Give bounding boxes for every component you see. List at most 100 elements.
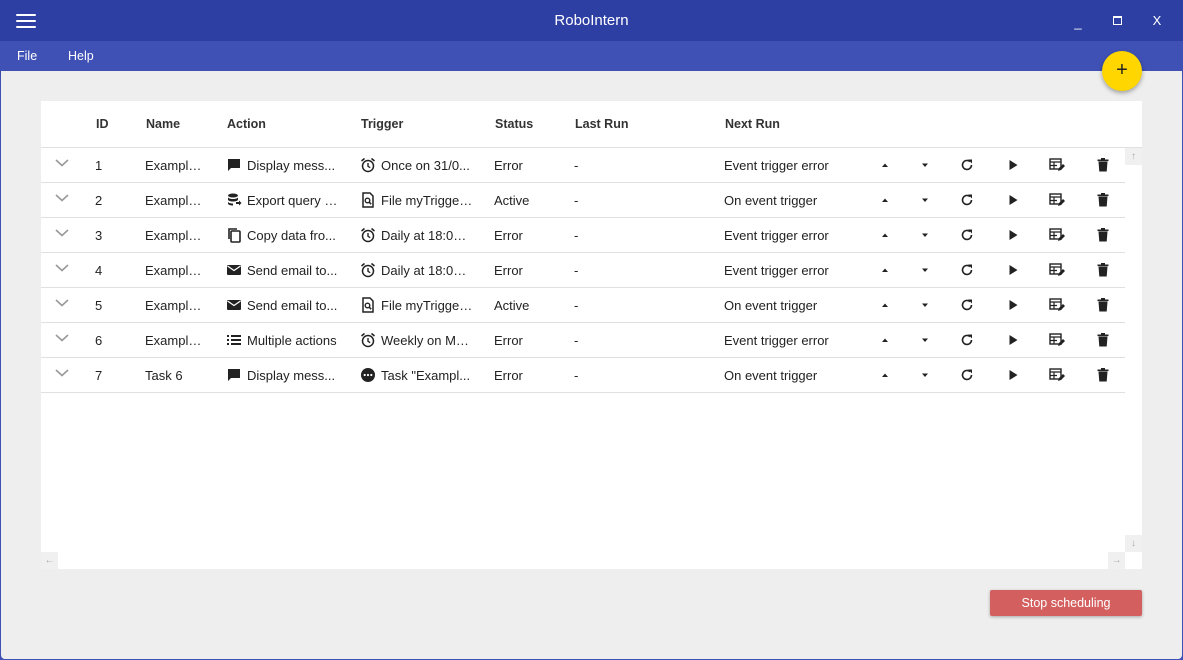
add-task-button[interactable]: +: [1102, 51, 1142, 91]
run-button[interactable]: [1005, 367, 1021, 383]
cell-id: 6: [95, 333, 103, 348]
move-up-button[interactable]: [877, 227, 893, 243]
expand-chevron-icon[interactable]: [55, 226, 69, 238]
edit-button[interactable]: [1049, 192, 1065, 208]
table-row[interactable]: 6 Example:... Multiple actions Weekly on Mo…: [41, 323, 1125, 358]
cell-id: 5: [95, 298, 103, 313]
move-down-button[interactable]: [917, 332, 933, 348]
run-button[interactable]: [1005, 332, 1021, 348]
delete-button[interactable]: [1095, 297, 1111, 313]
scroll-up-arrow-icon[interactable]: ↑: [1125, 148, 1142, 165]
menu-help[interactable]: Help: [68, 49, 94, 63]
trash-icon: [1095, 193, 1111, 212]
edit-button[interactable]: [1049, 227, 1065, 243]
edit-button[interactable]: [1049, 157, 1065, 173]
alarm-icon: [360, 227, 376, 243]
delete-button[interactable]: [1095, 157, 1111, 173]
cell-next-run: Event trigger error: [724, 333, 829, 348]
delete-button[interactable]: [1095, 262, 1111, 278]
run-button[interactable]: [1005, 297, 1021, 313]
edit-button[interactable]: [1049, 332, 1065, 348]
task-table: ID Name Action Trigger Status Last Run N…: [41, 101, 1142, 569]
delete-button[interactable]: [1095, 192, 1111, 208]
cell-status: Error: [494, 368, 523, 383]
cell-last-run: -: [574, 368, 579, 383]
arrow-up-icon: [877, 195, 893, 212]
header-next-run[interactable]: Next Run: [725, 117, 780, 131]
vertical-scrollbar[interactable]: ↑ ↓: [1125, 148, 1142, 552]
move-down-button[interactable]: [917, 157, 933, 173]
expand-chevron-icon[interactable]: [55, 191, 69, 203]
expand-chevron-icon[interactable]: [55, 156, 69, 168]
header-last-run[interactable]: Last Run: [575, 117, 628, 131]
reset-button[interactable]: [959, 332, 975, 348]
database-export-icon: [226, 192, 242, 208]
message-icon: [226, 367, 242, 383]
refresh-icon: [959, 264, 975, 282]
move-up-button[interactable]: [877, 297, 893, 313]
expand-chevron-icon[interactable]: [55, 296, 69, 308]
reset-button[interactable]: [959, 227, 975, 243]
cell-last-run: -: [574, 263, 579, 278]
move-up-button[interactable]: [877, 262, 893, 278]
reset-button[interactable]: [959, 367, 975, 383]
header-action[interactable]: Action: [227, 117, 266, 131]
move-up-button[interactable]: [877, 192, 893, 208]
reset-button[interactable]: [959, 262, 975, 278]
horizontal-scrollbar[interactable]: ← →: [41, 552, 1142, 569]
header-status[interactable]: Status: [495, 117, 533, 131]
cell-trigger: Once on 31/0...: [381, 158, 470, 173]
delete-button[interactable]: [1095, 227, 1111, 243]
move-down-button[interactable]: [917, 262, 933, 278]
cell-last-run: -: [574, 333, 579, 348]
move-up-button[interactable]: [877, 332, 893, 348]
edit-button[interactable]: [1049, 262, 1065, 278]
close-button[interactable]: X: [1145, 10, 1169, 32]
edit-button[interactable]: [1049, 367, 1065, 383]
delete-button[interactable]: [1095, 367, 1111, 383]
minimize-button[interactable]: _: [1066, 12, 1090, 34]
table-row[interactable]: 2 Example:... Export query fr... File myTri…: [41, 183, 1125, 218]
header-trigger[interactable]: Trigger: [361, 117, 403, 131]
header-name[interactable]: Name: [146, 117, 180, 131]
run-button[interactable]: [1005, 227, 1021, 243]
expand-chevron-icon[interactable]: [55, 366, 69, 378]
cell-last-run: -: [574, 228, 579, 243]
header-id[interactable]: ID: [96, 117, 109, 131]
move-up-button[interactable]: [877, 367, 893, 383]
expand-chevron-icon[interactable]: [55, 261, 69, 273]
table-row[interactable]: 3 Example:... Copy data fro... Daily at 18:…: [41, 218, 1125, 253]
scroll-down-arrow-icon[interactable]: ↓: [1125, 535, 1142, 552]
reset-button[interactable]: [959, 297, 975, 313]
table-row[interactable]: 1 Example:... Display mess... Once on 31/0.…: [41, 148, 1125, 183]
move-up-button[interactable]: [877, 157, 893, 173]
move-down-button[interactable]: [917, 297, 933, 313]
cell-id: 2: [95, 193, 103, 208]
more-circle-icon: [360, 367, 376, 383]
scroll-left-arrow-icon[interactable]: ←: [41, 552, 58, 569]
maximize-button[interactable]: [1105, 10, 1129, 32]
delete-button[interactable]: [1095, 332, 1111, 348]
file-search-icon: [360, 297, 376, 313]
expand-chevron-icon[interactable]: [55, 331, 69, 343]
refresh-icon: [959, 229, 975, 247]
edit-button[interactable]: [1049, 297, 1065, 313]
scroll-right-arrow-icon[interactable]: →: [1108, 552, 1125, 569]
cell-name: Task 6: [145, 368, 183, 383]
move-down-button[interactable]: [917, 227, 933, 243]
menu-file[interactable]: File: [17, 49, 37, 63]
table-row[interactable]: 5 Example:... Send email to... File myTrigg…: [41, 288, 1125, 323]
cell-trigger: Task "Exampl...: [381, 368, 471, 383]
move-down-button[interactable]: [917, 367, 933, 383]
stop-scheduling-button[interactable]: Stop scheduling: [990, 590, 1142, 616]
reset-button[interactable]: [959, 192, 975, 208]
table-row[interactable]: 4 Example:... Send email to... Daily at 18:…: [41, 253, 1125, 288]
reset-button[interactable]: [959, 157, 975, 173]
menu-bar: File Help: [0, 41, 1183, 71]
run-button[interactable]: [1005, 157, 1021, 173]
move-down-button[interactable]: [917, 192, 933, 208]
cell-status: Error: [494, 263, 523, 278]
table-row[interactable]: 7 Task 6 Display mess... Task "Exampl... Err…: [41, 358, 1125, 393]
run-button[interactable]: [1005, 262, 1021, 278]
run-button[interactable]: [1005, 192, 1021, 208]
